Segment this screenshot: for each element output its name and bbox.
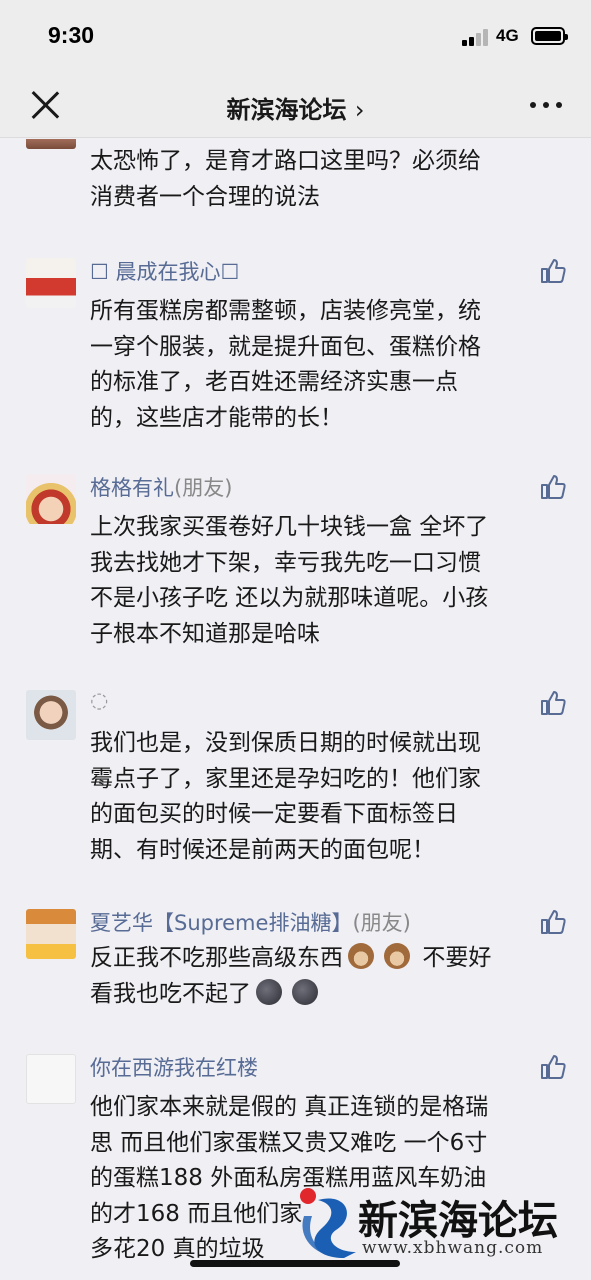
avatar[interactable] bbox=[26, 1054, 76, 1104]
avatar[interactable] bbox=[26, 690, 76, 740]
avatar[interactable] bbox=[26, 139, 76, 149]
watermark-url: www.xbhwang.com bbox=[362, 1238, 544, 1258]
avatar[interactable] bbox=[26, 909, 76, 959]
new-moon-face-icon bbox=[256, 978, 282, 1005]
new-moon-face-icon bbox=[292, 978, 318, 1005]
comment-text: 反正我不吃那些高级东西 不要好 看我也吃不起了 bbox=[90, 943, 492, 1007]
comment-text: 我们也是，没到保质日期的时候就出现 霉点子了，家里还是孕妇吃的！他们家 的面包买… bbox=[90, 730, 481, 863]
signal-icon bbox=[462, 28, 490, 46]
more-options-icon[interactable] bbox=[530, 102, 564, 110]
page-title[interactable]: 新滨海论坛 › bbox=[0, 90, 591, 125]
like-icon[interactable] bbox=[538, 907, 568, 937]
comment-author[interactable]: 夏艺华【Supreme排油糖】(朋友) bbox=[90, 907, 411, 937]
comment-author[interactable]: 你在西游我在红楼 bbox=[90, 1052, 258, 1082]
status-time: 9:30 bbox=[48, 22, 95, 48]
avatar[interactable] bbox=[26, 258, 76, 308]
see-no-evil-monkey-icon bbox=[348, 943, 374, 969]
status-bar: 9:30 4G bbox=[0, 0, 591, 72]
network-type: 4G bbox=[496, 26, 519, 45]
comment-author[interactable]: 格格有礼(朋友) bbox=[90, 472, 232, 502]
comment-text: 太恐怖了，是育才路口这里吗？必须给 消费者一个合理的说法 bbox=[90, 148, 481, 210]
like-icon[interactable] bbox=[538, 256, 568, 286]
see-no-evil-monkey-icon bbox=[384, 943, 410, 969]
comment-text: 上次我家买蛋卷好几十块钱一盒 全坏了 我去找她才下架，幸亏我先吃一口习惯 不是小… bbox=[90, 514, 489, 647]
nav-bar: 新滨海论坛 › bbox=[0, 72, 591, 138]
site-watermark: 新滨海论坛 www.xbhwang.com bbox=[296, 1182, 586, 1262]
avatar[interactable] bbox=[26, 474, 76, 524]
comment-text: 所有蛋糕房都需整顿，店装修亮堂，统 一穿个服装，就是提升面包、蛋糕价格 的标准了… bbox=[90, 298, 481, 431]
comment-author[interactable]: ◌ bbox=[90, 688, 108, 712]
comment-list: 太恐怖了，是育才路口这里吗？必须给 消费者一个合理的说法 ☐ 晨成在我心☐ 所有… bbox=[0, 139, 591, 1280]
home-indicator[interactable] bbox=[190, 1260, 400, 1267]
battery-icon bbox=[531, 27, 568, 45]
like-icon[interactable] bbox=[538, 1052, 568, 1082]
like-icon[interactable] bbox=[538, 472, 568, 502]
like-icon[interactable] bbox=[538, 688, 568, 718]
chevron-right-icon: › bbox=[354, 96, 365, 124]
site-logo-icon bbox=[300, 1188, 356, 1258]
page-title-text: 新滨海论坛 bbox=[226, 96, 347, 124]
comment-author[interactable]: ☐ 晨成在我心☐ bbox=[90, 256, 239, 286]
